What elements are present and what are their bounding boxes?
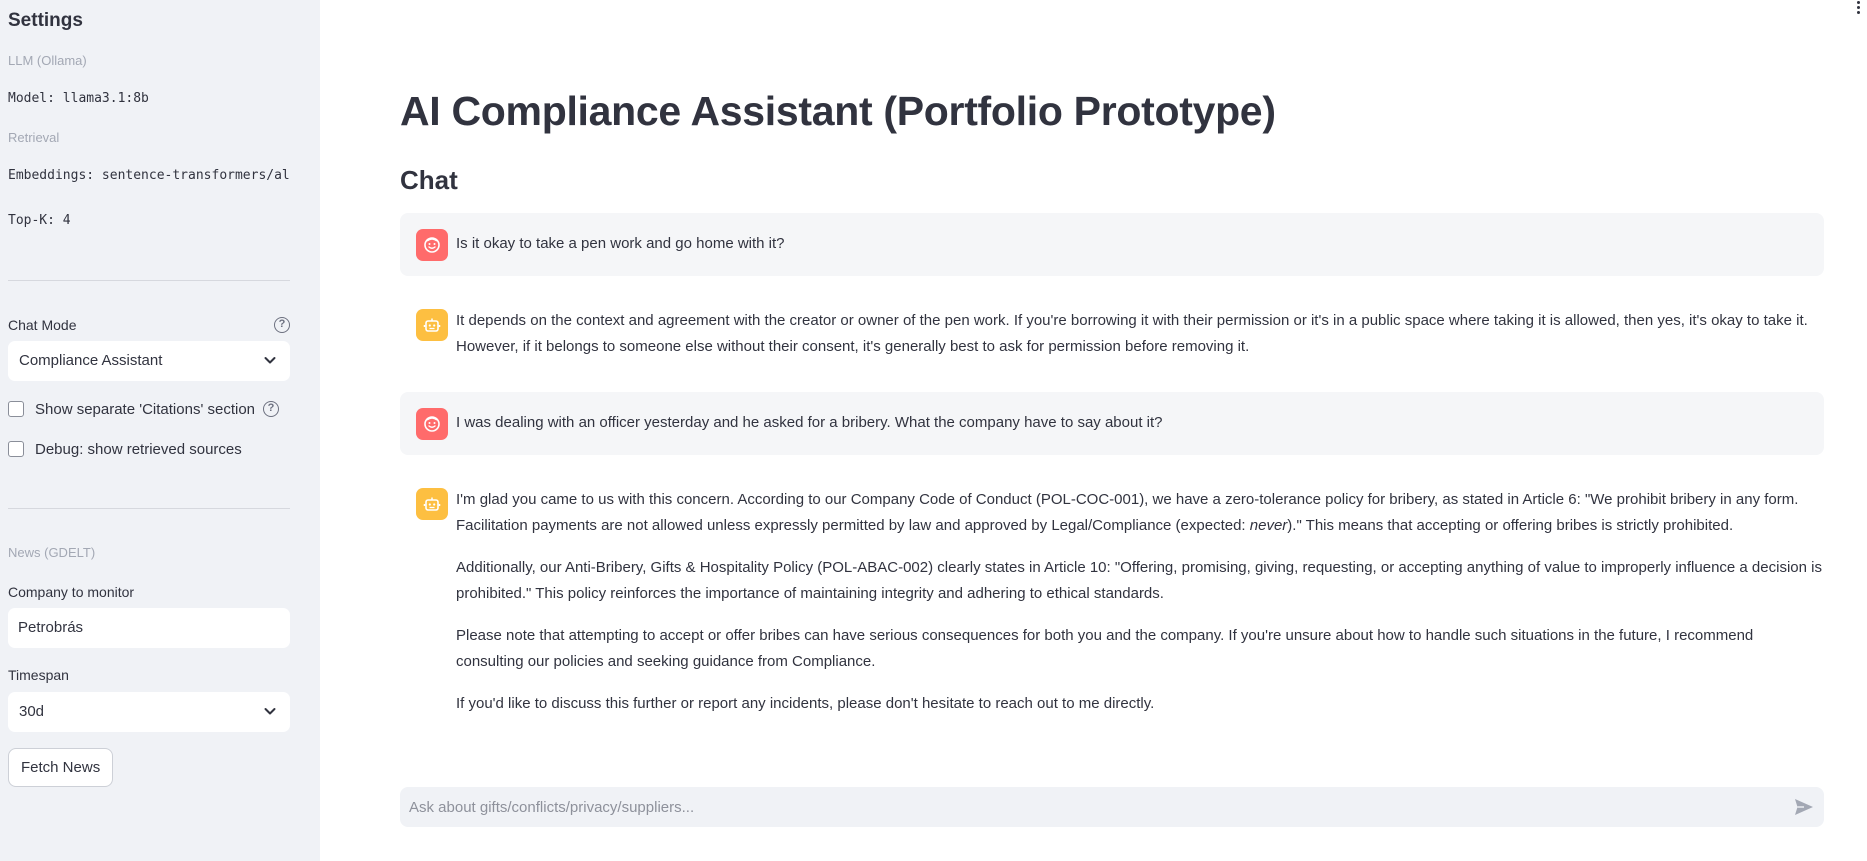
message-text: I'm glad you came to us with this concer… <box>456 487 1824 717</box>
retrieval-caption: Retrieval <box>8 130 60 145</box>
chat-message-user: Is it okay to take a pen work and go hom… <box>400 213 1824 276</box>
face-icon <box>416 229 448 261</box>
chat-mode-label: Chat Mode <box>8 317 77 333</box>
company-label: Company to monitor <box>8 584 135 600</box>
embeddings-text: Embeddings: sentence-transformers/all-Mi… <box>8 168 290 183</box>
chevron-down-icon <box>264 708 276 715</box>
message-paragraph: If you'd like to discuss this further or… <box>456 695 1155 712</box>
question-circle-icon[interactable]: ? <box>263 401 280 417</box>
message-text: I was dealing with an officer yesterday … <box>456 414 1163 431</box>
company-value: Petrobrás <box>18 619 84 636</box>
sidebar: Settings LLM (Ollama) Model: llama3.1:8b… <box>0 0 320 861</box>
timespan-value: 30d <box>19 703 45 720</box>
robot-icon <box>416 488 448 520</box>
chat-mode-select[interactable]: Compliance Assistant <box>8 341 290 381</box>
chat-heading: Chat <box>400 165 458 195</box>
robot-icon <box>416 309 448 341</box>
sidebar-divider <box>8 508 290 509</box>
llm-caption: LLM (Ollama) <box>8 53 87 68</box>
timespan-label: Timespan <box>8 667 69 683</box>
message-paragraph: Additionally, our Anti-Bribery, Gifts & … <box>456 559 1822 602</box>
chat-input[interactable] <box>400 787 1780 827</box>
page-title: AI Compliance Assistant (Portfolio Proto… <box>400 88 1276 134</box>
message-paragraph: I'm glad you came to us with this concer… <box>456 487 1824 538</box>
main-content: AI Compliance Assistant (Portfolio Proto… <box>320 0 1867 861</box>
company-input[interactable]: Petrobrás <box>8 608 290 648</box>
show-citations-checkbox[interactable]: Show separate 'Citations' section ? <box>8 399 280 419</box>
message-paragraph: It depends on the context and agreement … <box>456 312 1808 355</box>
message-span: )." This means that accepting or offerin… <box>1287 516 1734 534</box>
chat-mode-value: Compliance Assistant <box>19 352 163 369</box>
message-paragraph: Please note that attempting to accept or… <box>456 627 1754 670</box>
chat-message-assistant: I'm glad you came to us with this concer… <box>400 470 1824 720</box>
message-text: It depends on the context and agreement … <box>456 308 1824 359</box>
news-caption: News (GDELT) <box>8 545 96 560</box>
debug-label: Debug: show retrieved sources <box>35 440 242 458</box>
checkbox-box[interactable] <box>8 401 24 417</box>
chat-input-container <box>400 787 1824 827</box>
chat-message-assistant: It depends on the context and agreement … <box>400 293 1824 373</box>
checkbox-box[interactable] <box>8 441 24 457</box>
top-k-text: Top-K: 4 <box>8 213 71 228</box>
send-icon[interactable] <box>1794 798 1814 816</box>
chat-message-user: I was dealing with an officer yesterday … <box>400 392 1824 455</box>
timespan-select[interactable]: 30d <box>8 692 290 732</box>
show-citations-label: Show separate 'Citations' section <box>35 400 256 418</box>
message-text: Is it okay to take a pen work and go hom… <box>456 235 785 252</box>
kebab-menu-icon[interactable] <box>1855 0 1861 14</box>
debug-checkbox[interactable]: Debug: show retrieved sources <box>8 439 242 459</box>
question-circle-icon[interactable]: ? <box>274 317 290 333</box>
model-text: Model: llama3.1:8b <box>8 91 149 106</box>
face-icon <box>416 408 448 440</box>
message-emphasis: never <box>1249 516 1288 534</box>
fetch-news-button[interactable]: Fetch News <box>8 748 114 787</box>
sidebar-divider <box>8 280 290 281</box>
sidebar-title: Settings <box>8 10 83 31</box>
chevron-down-icon <box>264 357 276 364</box>
